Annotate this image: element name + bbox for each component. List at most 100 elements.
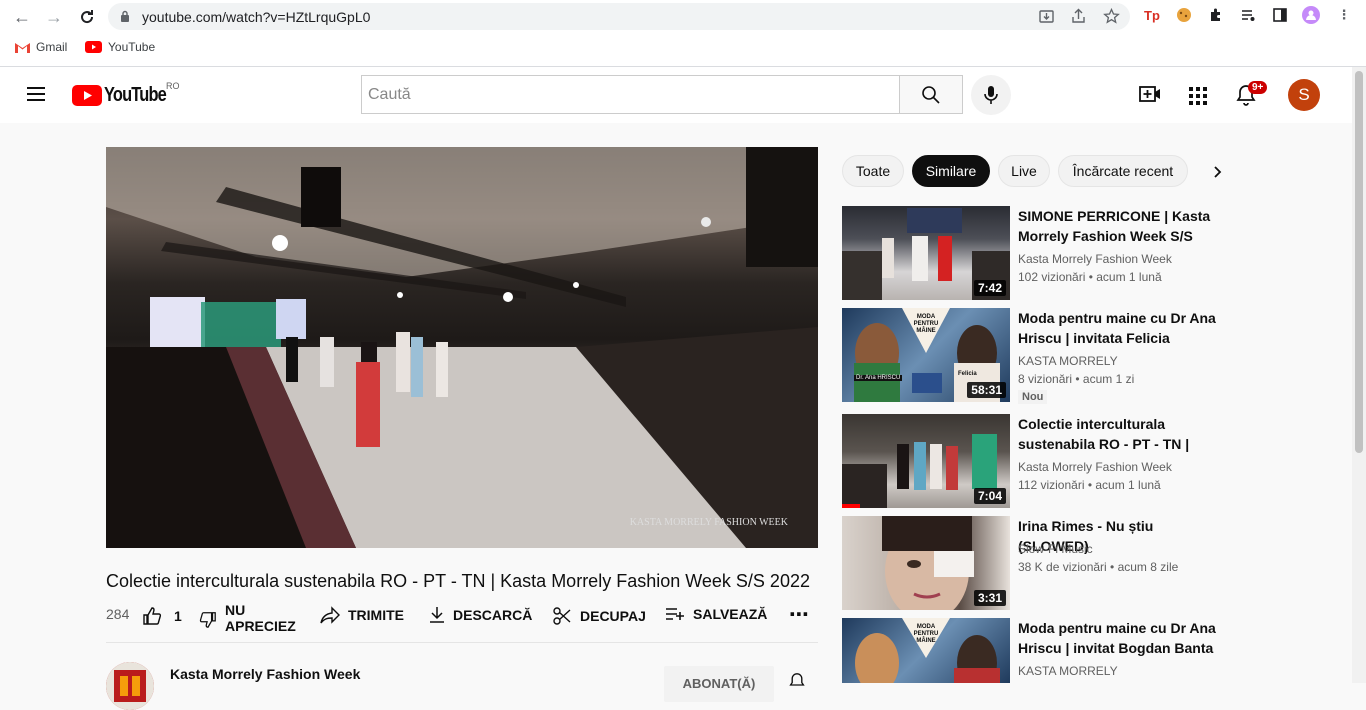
recommendation-title[interactable]: Moda pentru maine cu Dr Ana Hriscu | inv… xyxy=(1018,618,1224,658)
youtube-logo-icon xyxy=(72,85,102,106)
video-thumbnail[interactable]: 7:04 xyxy=(842,414,1010,508)
url-text: youtube.com/watch?v=HZtLrquGpL0 xyxy=(142,9,371,25)
clip-button[interactable]: DECUPAJ xyxy=(552,606,646,626)
dislike-label-line1: NU xyxy=(225,602,246,618)
bookmark-star-icon[interactable] xyxy=(1103,8,1120,25)
recommendation-channel[interactable]: Slow-Fi Music xyxy=(1018,542,1093,556)
divider xyxy=(106,642,818,643)
recommendation-item[interactable]: 3:31 Irina Rimes - Nu știu (SLOWED) Slow… xyxy=(842,516,1222,612)
video-thumbnail[interactable]: 3:31 xyxy=(842,516,1010,610)
more-actions-icon[interactable]: ⋯ xyxy=(789,602,809,627)
dislike-button[interactable]: NU APRECIEZ xyxy=(199,602,296,634)
logo-text: YouTube xyxy=(104,84,167,106)
recommendation-meta: 112 vizionări • acum 1 lună xyxy=(1018,478,1161,492)
browser-menu-icon[interactable]: ⋮ xyxy=(1335,6,1353,24)
side-panel-icon[interactable] xyxy=(1271,6,1289,24)
puzzle-extensions-icon[interactable] xyxy=(1207,6,1225,24)
chip-related[interactable]: Similare xyxy=(912,155,990,187)
recommendation-meta: 102 vizionări • acum 1 lună xyxy=(1018,270,1162,284)
install-icon[interactable] xyxy=(1038,8,1055,25)
view-count: 284 xyxy=(106,606,130,622)
video-frame xyxy=(106,147,818,548)
video-duration: 7:42 xyxy=(973,280,1006,296)
chip-live[interactable]: Live xyxy=(998,155,1050,187)
microphone-icon xyxy=(984,86,998,104)
recommendation-item[interactable]: 7:04 Colectie interculturala sustenabila… xyxy=(842,414,1222,510)
voice-search-button[interactable] xyxy=(971,75,1011,115)
subscribe-button[interactable]: ABONAT(Ă) xyxy=(664,666,774,702)
add-to-playlist-icon xyxy=(666,608,684,620)
thumbs-down-icon xyxy=(199,612,216,628)
search-button[interactable] xyxy=(899,75,963,114)
download-button[interactable]: DESCARCĂ xyxy=(429,606,532,624)
recommendation-channel[interactable]: Kasta Morrely Fashion Week xyxy=(1018,252,1172,266)
tp-extension-icon[interactable]: Tp xyxy=(1143,6,1161,24)
video-duration: 58:31 xyxy=(967,382,1006,398)
video-duration: 7:04 xyxy=(973,488,1006,504)
share-label: TRIMITE xyxy=(348,607,404,623)
recommendation-item[interactable]: MODA PENTRU MÂINE Dr. Ana HRISCU Felicia… xyxy=(842,308,1222,408)
account-avatar[interactable]: S xyxy=(1288,79,1320,111)
youtube-logo[interactable]: YouTube xyxy=(72,84,180,107)
video-watermark: KASTA MORRELY FASHION WEEK xyxy=(629,517,788,528)
reload-icon[interactable] xyxy=(76,6,98,28)
search-box[interactable]: Caută xyxy=(361,75,900,114)
hamburger-menu-icon[interactable] xyxy=(26,86,46,107)
search-input[interactable]: Caută xyxy=(368,86,411,104)
recommendation-item[interactable]: 7:42 SIMONE PERRICONE | Kasta Morrely Fa… xyxy=(842,206,1222,302)
notification-count-badge: 9+ xyxy=(1248,81,1268,94)
create-video-icon xyxy=(1139,86,1160,102)
recommendation-channel[interactable]: Kasta Morrely Fashion Week xyxy=(1018,460,1172,474)
chip-all[interactable]: Toate xyxy=(842,155,904,187)
channel-avatar[interactable] xyxy=(106,662,154,710)
media-queue-icon[interactable] xyxy=(1239,6,1257,24)
share-arrow-icon xyxy=(320,606,340,624)
thumbnail-text-host: Dr. Ana HRISCU xyxy=(854,375,903,381)
bookmark-youtube[interactable]: YouTube xyxy=(85,40,155,54)
share-page-icon[interactable] xyxy=(1070,8,1087,25)
bookmark-gmail[interactable]: Gmail xyxy=(15,40,67,54)
share-button[interactable]: TRIMITE xyxy=(320,606,404,624)
recommendation-title[interactable]: Colectie interculturala sustenabila RO -… xyxy=(1018,414,1224,454)
download-label: DESCARCĂ xyxy=(453,607,533,623)
youtube-icon xyxy=(85,41,102,53)
recommendation-title[interactable]: Moda pentru maine cu Dr Ana Hriscu | inv… xyxy=(1018,308,1224,348)
recommendation-channel[interactable]: KASTA MORRELY xyxy=(1018,664,1118,678)
channel-bell-icon[interactable] xyxy=(789,672,805,695)
save-label: SALVEAZĂ xyxy=(693,606,768,622)
profile-avatar-icon[interactable] xyxy=(1302,6,1320,24)
like-button[interactable]: 1 xyxy=(142,606,182,626)
recommendation-channel[interactable]: KASTA MORRELY xyxy=(1018,354,1118,368)
browser-toolbar: ← → youtube.com/watch?v=HZtLrquGpL0 Tp ⋮… xyxy=(0,0,1366,67)
video-player[interactable]: KASTA MORRELY FASHION WEEK xyxy=(106,147,818,548)
video-title: Colectie interculturala sustenabila RO -… xyxy=(106,571,810,591)
apps-grid-button[interactable] xyxy=(1189,87,1207,110)
channel-name[interactable]: Kasta Morrely Fashion Week xyxy=(170,666,360,682)
cookie-extension-icon[interactable] xyxy=(1175,6,1193,24)
chips-next-icon[interactable] xyxy=(1213,165,1223,184)
search-icon xyxy=(922,85,940,104)
back-icon[interactable]: ← xyxy=(11,6,33,28)
thumbnail-text-guest: Felicia xyxy=(958,371,977,377)
country-code: RO xyxy=(166,81,180,91)
recommendation-title[interactable]: SIMONE PERRICONE | Kasta Morrely Fashion… xyxy=(1018,206,1224,246)
recommendation-meta: 38 K de vizionări • acum 8 zile xyxy=(1018,560,1179,574)
save-button[interactable]: SALVEAZĂ xyxy=(665,606,767,622)
scrollbar-thumb[interactable] xyxy=(1355,71,1363,453)
forward-icon[interactable]: → xyxy=(43,6,65,28)
address-bar[interactable]: youtube.com/watch?v=HZtLrquGpL0 xyxy=(108,3,1130,30)
like-count: 1 xyxy=(174,608,182,624)
scissors-icon xyxy=(553,607,571,625)
watched-progress-bar xyxy=(842,504,860,508)
recommendation-item[interactable]: MODA PENTRU MÂINE Moda pentru maine cu D… xyxy=(842,618,1222,683)
video-thumbnail[interactable]: MODA PENTRU MÂINE Dr. Ana HRISCU Felicia… xyxy=(842,308,1010,402)
recommendation-meta: 8 vizionări • acum 1 zi xyxy=(1018,372,1135,386)
clip-label: DECUPAJ xyxy=(580,608,646,624)
video-thumbnail[interactable]: 7:42 xyxy=(842,206,1010,300)
chip-recently-uploaded[interactable]: Încărcate recent xyxy=(1058,155,1188,187)
dislike-label-line2: APRECIEZ xyxy=(225,618,296,634)
gmail-icon xyxy=(15,42,30,53)
video-thumbnail[interactable]: MODA PENTRU MÂINE xyxy=(842,618,1010,683)
create-video-button[interactable] xyxy=(1139,85,1161,108)
new-badge: Nou xyxy=(1018,390,1048,404)
